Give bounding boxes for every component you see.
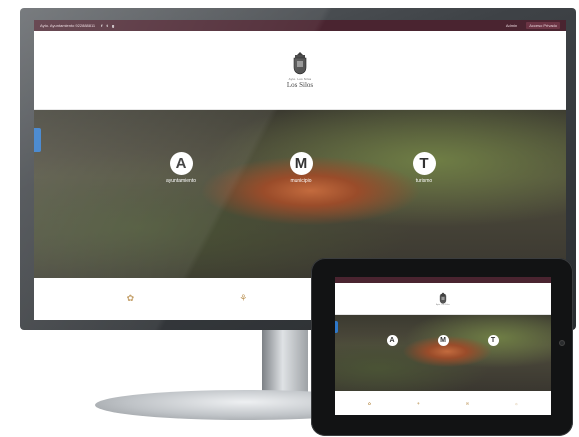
flower-icon[interactable]: ✿: [368, 401, 371, 406]
letter-m-icon: M: [289, 152, 313, 175]
hero-link-label: turismo: [415, 178, 433, 184]
monitor-stand-neck: [262, 330, 308, 396]
hero-banner: A ayuntamiento M municipio T turismo: [34, 110, 566, 278]
topbar-admin-link[interactable]: Admin: [503, 22, 520, 29]
topbar-info: Ayto. Ayuntamiento 922888811: [40, 23, 96, 28]
hero-link-municipio[interactable]: M municipio: [271, 152, 331, 184]
hero-link-turismo[interactable]: T turismo: [394, 152, 454, 184]
letter-t-icon: T: [412, 152, 436, 175]
letter-t-icon: T: [487, 335, 499, 346]
feature-icons-row: ✿ ⚘ ✉ ☼: [335, 391, 551, 415]
flower-icon[interactable]: ✿: [127, 293, 135, 304]
plant-icon[interactable]: ⚘: [239, 293, 247, 304]
letter-m-icon: M: [437, 335, 449, 346]
twitter-icon[interactable]: t: [107, 23, 108, 28]
topbar-private-access-button[interactable]: Acceso Privado: [526, 22, 560, 29]
hero-banner: A M T: [335, 315, 551, 391]
mail-icon[interactable]: ✉: [466, 401, 469, 406]
letter-a-icon: A: [169, 152, 193, 175]
letter-a-icon: A: [386, 335, 398, 346]
site-topbar: Ayto. Ayuntamiento 922888811 f t g Admin…: [34, 20, 566, 31]
site-header: Ayto. Los Silos Los Silos: [34, 31, 566, 110]
brand-name: Los Silos: [286, 81, 314, 89]
hero-link-label: municipio: [290, 178, 312, 184]
side-share-tab[interactable]: [34, 128, 41, 152]
plant-icon[interactable]: ⚘: [417, 401, 421, 406]
coat-of-arms-icon[interactable]: [292, 51, 308, 75]
facebook-icon[interactable]: f: [101, 23, 102, 28]
device-mockup: Ayto. Ayuntamiento 922888811 f t g Admin…: [0, 0, 579, 437]
hero-link-ayuntamiento[interactable]: A: [377, 335, 407, 346]
brand-subtitle: Ayto. Los Silos: [436, 304, 450, 306]
tablet-screen: Ayto. Los Silos A M T ✿ ⚘ ✉ ☼: [335, 277, 551, 415]
side-share-tab[interactable]: [335, 321, 338, 333]
hero-link-municipio[interactable]: M: [428, 335, 458, 346]
sun-icon[interactable]: ☼: [515, 401, 519, 406]
google-icon[interactable]: g: [112, 23, 114, 28]
tablet-home-button[interactable]: [559, 340, 565, 346]
tablet-device: Ayto. Los Silos A M T ✿ ⚘ ✉ ☼: [311, 258, 573, 436]
hero-link-ayuntamiento[interactable]: A ayuntamiento: [151, 152, 211, 184]
site-header: Ayto. Los Silos: [335, 283, 551, 315]
coat-of-arms-icon[interactable]: [439, 292, 447, 304]
hero-link-turismo[interactable]: T: [478, 335, 508, 346]
social-links: f t g: [101, 23, 114, 28]
hero-link-label: ayuntamiento: [165, 178, 197, 184]
